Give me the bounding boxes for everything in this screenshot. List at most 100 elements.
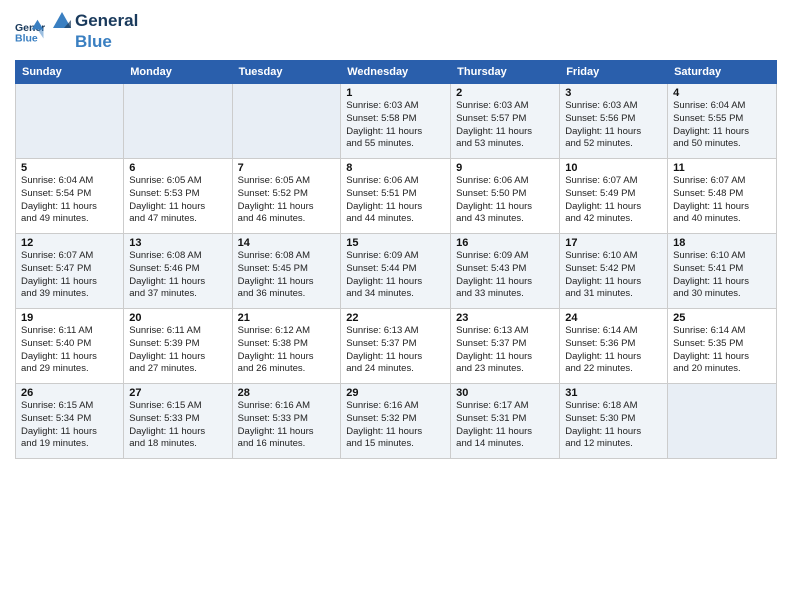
day-info: Sunrise: 6:10 AM Sunset: 5:41 PM Dayligh…: [673, 250, 771, 301]
calendar-cell: 7Sunrise: 6:05 AM Sunset: 5:52 PM Daylig…: [232, 159, 341, 234]
calendar-cell: 21Sunrise: 6:12 AM Sunset: 5:38 PM Dayli…: [232, 309, 341, 384]
day-number: 25: [673, 312, 771, 324]
day-of-week-sunday: Sunday: [16, 61, 124, 84]
calendar-cell: 18Sunrise: 6:10 AM Sunset: 5:41 PM Dayli…: [668, 234, 777, 309]
day-info: Sunrise: 6:12 AM Sunset: 5:38 PM Dayligh…: [238, 325, 336, 376]
day-info: Sunrise: 6:18 AM Sunset: 5:30 PM Dayligh…: [565, 400, 662, 451]
day-info: Sunrise: 6:07 AM Sunset: 5:48 PM Dayligh…: [673, 175, 771, 226]
calendar-cell: 15Sunrise: 6:09 AM Sunset: 5:44 PM Dayli…: [341, 234, 451, 309]
calendar-cell: 23Sunrise: 6:13 AM Sunset: 5:37 PM Dayli…: [451, 309, 560, 384]
calendar-cell: 11Sunrise: 6:07 AM Sunset: 5:48 PM Dayli…: [668, 159, 777, 234]
day-of-week-saturday: Saturday: [668, 61, 777, 84]
day-info: Sunrise: 6:07 AM Sunset: 5:47 PM Dayligh…: [21, 250, 118, 301]
day-number: 22: [346, 312, 445, 324]
calendar-cell: 22Sunrise: 6:13 AM Sunset: 5:37 PM Dayli…: [341, 309, 451, 384]
calendar-cell: 17Sunrise: 6:10 AM Sunset: 5:42 PM Dayli…: [560, 234, 668, 309]
day-info: Sunrise: 6:05 AM Sunset: 5:52 PM Dayligh…: [238, 175, 336, 226]
day-number: 17: [565, 237, 662, 249]
day-info: Sunrise: 6:05 AM Sunset: 5:53 PM Dayligh…: [129, 175, 226, 226]
calendar-cell: 24Sunrise: 6:14 AM Sunset: 5:36 PM Dayli…: [560, 309, 668, 384]
day-number: 10: [565, 162, 662, 174]
day-info: Sunrise: 6:03 AM Sunset: 5:58 PM Dayligh…: [346, 100, 445, 151]
day-info: Sunrise: 6:15 AM Sunset: 5:33 PM Dayligh…: [129, 400, 226, 451]
calendar-cell: 14Sunrise: 6:08 AM Sunset: 5:45 PM Dayli…: [232, 234, 341, 309]
calendar-cell: 26Sunrise: 6:15 AM Sunset: 5:34 PM Dayli…: [16, 384, 124, 459]
calendar-cell: 2Sunrise: 6:03 AM Sunset: 5:57 PM Daylig…: [451, 84, 560, 159]
days-of-week-row: SundayMondayTuesdayWednesdayThursdayFrid…: [16, 61, 777, 84]
day-info: Sunrise: 6:03 AM Sunset: 5:57 PM Dayligh…: [456, 100, 554, 151]
day-number: 2: [456, 87, 554, 99]
day-info: Sunrise: 6:08 AM Sunset: 5:45 PM Dayligh…: [238, 250, 336, 301]
calendar-week-3: 12Sunrise: 6:07 AM Sunset: 5:47 PM Dayli…: [16, 234, 777, 309]
day-number: 27: [129, 387, 226, 399]
day-info: Sunrise: 6:17 AM Sunset: 5:31 PM Dayligh…: [456, 400, 554, 451]
calendar-cell: 4Sunrise: 6:04 AM Sunset: 5:55 PM Daylig…: [668, 84, 777, 159]
calendar-cell: 20Sunrise: 6:11 AM Sunset: 5:39 PM Dayli…: [124, 309, 232, 384]
calendar-cell: 12Sunrise: 6:07 AM Sunset: 5:47 PM Dayli…: [16, 234, 124, 309]
day-number: 1: [346, 87, 445, 99]
day-of-week-friday: Friday: [560, 61, 668, 84]
day-number: 5: [21, 162, 118, 174]
day-info: Sunrise: 6:13 AM Sunset: 5:37 PM Dayligh…: [346, 325, 445, 376]
day-number: 23: [456, 312, 554, 324]
calendar-cell: 27Sunrise: 6:15 AM Sunset: 5:33 PM Dayli…: [124, 384, 232, 459]
day-of-week-monday: Monday: [124, 61, 232, 84]
day-number: 29: [346, 387, 445, 399]
calendar-cell: 10Sunrise: 6:07 AM Sunset: 5:49 PM Dayli…: [560, 159, 668, 234]
calendar-cell: 5Sunrise: 6:04 AM Sunset: 5:54 PM Daylig…: [16, 159, 124, 234]
day-number: 8: [346, 162, 445, 174]
calendar-table: SundayMondayTuesdayWednesdayThursdayFrid…: [15, 60, 777, 459]
calendar-cell: 28Sunrise: 6:16 AM Sunset: 5:33 PM Dayli…: [232, 384, 341, 459]
day-info: Sunrise: 6:06 AM Sunset: 5:50 PM Dayligh…: [456, 175, 554, 226]
calendar-cell: 8Sunrise: 6:06 AM Sunset: 5:51 PM Daylig…: [341, 159, 451, 234]
calendar-cell: 31Sunrise: 6:18 AM Sunset: 5:30 PM Dayli…: [560, 384, 668, 459]
day-info: Sunrise: 6:06 AM Sunset: 5:51 PM Dayligh…: [346, 175, 445, 226]
day-number: 7: [238, 162, 336, 174]
calendar-cell: 13Sunrise: 6:08 AM Sunset: 5:46 PM Dayli…: [124, 234, 232, 309]
logo-icon: General Blue: [15, 16, 45, 46]
day-number: 14: [238, 237, 336, 249]
calendar-cell: [668, 384, 777, 459]
day-number: 3: [565, 87, 662, 99]
day-number: 12: [21, 237, 118, 249]
calendar-week-5: 26Sunrise: 6:15 AM Sunset: 5:34 PM Dayli…: [16, 384, 777, 459]
calendar-cell: 25Sunrise: 6:14 AM Sunset: 5:35 PM Dayli…: [668, 309, 777, 384]
page-header: General Blue General Blue: [15, 10, 777, 52]
day-info: Sunrise: 6:09 AM Sunset: 5:44 PM Dayligh…: [346, 250, 445, 301]
day-info: Sunrise: 6:14 AM Sunset: 5:36 PM Dayligh…: [565, 325, 662, 376]
day-number: 4: [673, 87, 771, 99]
day-number: 15: [346, 237, 445, 249]
day-info: Sunrise: 6:16 AM Sunset: 5:32 PM Dayligh…: [346, 400, 445, 451]
day-number: 19: [21, 312, 118, 324]
day-number: 18: [673, 237, 771, 249]
calendar-body: 1Sunrise: 6:03 AM Sunset: 5:58 PM Daylig…: [16, 84, 777, 459]
day-of-week-tuesday: Tuesday: [232, 61, 341, 84]
day-info: Sunrise: 6:16 AM Sunset: 5:33 PM Dayligh…: [238, 400, 336, 451]
day-info: Sunrise: 6:08 AM Sunset: 5:46 PM Dayligh…: [129, 250, 226, 301]
calendar-cell: 19Sunrise: 6:11 AM Sunset: 5:40 PM Dayli…: [16, 309, 124, 384]
day-info: Sunrise: 6:07 AM Sunset: 5:49 PM Dayligh…: [565, 175, 662, 226]
day-number: 30: [456, 387, 554, 399]
day-info: Sunrise: 6:10 AM Sunset: 5:42 PM Dayligh…: [565, 250, 662, 301]
day-info: Sunrise: 6:11 AM Sunset: 5:40 PM Dayligh…: [21, 325, 118, 376]
calendar-cell: 29Sunrise: 6:16 AM Sunset: 5:32 PM Dayli…: [341, 384, 451, 459]
calendar-cell: [16, 84, 124, 159]
calendar-cell: 1Sunrise: 6:03 AM Sunset: 5:58 PM Daylig…: [341, 84, 451, 159]
day-info: Sunrise: 6:04 AM Sunset: 5:54 PM Dayligh…: [21, 175, 118, 226]
day-number: 20: [129, 312, 226, 324]
day-number: 28: [238, 387, 336, 399]
calendar-cell: 6Sunrise: 6:05 AM Sunset: 5:53 PM Daylig…: [124, 159, 232, 234]
day-number: 6: [129, 162, 226, 174]
calendar-week-4: 19Sunrise: 6:11 AM Sunset: 5:40 PM Dayli…: [16, 309, 777, 384]
calendar-cell: [124, 84, 232, 159]
logo: General Blue General Blue: [15, 10, 138, 52]
calendar-cell: 16Sunrise: 6:09 AM Sunset: 5:43 PM Dayli…: [451, 234, 560, 309]
day-info: Sunrise: 6:13 AM Sunset: 5:37 PM Dayligh…: [456, 325, 554, 376]
day-number: 9: [456, 162, 554, 174]
day-info: Sunrise: 6:04 AM Sunset: 5:55 PM Dayligh…: [673, 100, 771, 151]
calendar-header: SundayMondayTuesdayWednesdayThursdayFrid…: [16, 61, 777, 84]
day-number: 11: [673, 162, 771, 174]
logo-text-general: General: [75, 11, 138, 31]
day-number: 24: [565, 312, 662, 324]
calendar-week-1: 1Sunrise: 6:03 AM Sunset: 5:58 PM Daylig…: [16, 84, 777, 159]
